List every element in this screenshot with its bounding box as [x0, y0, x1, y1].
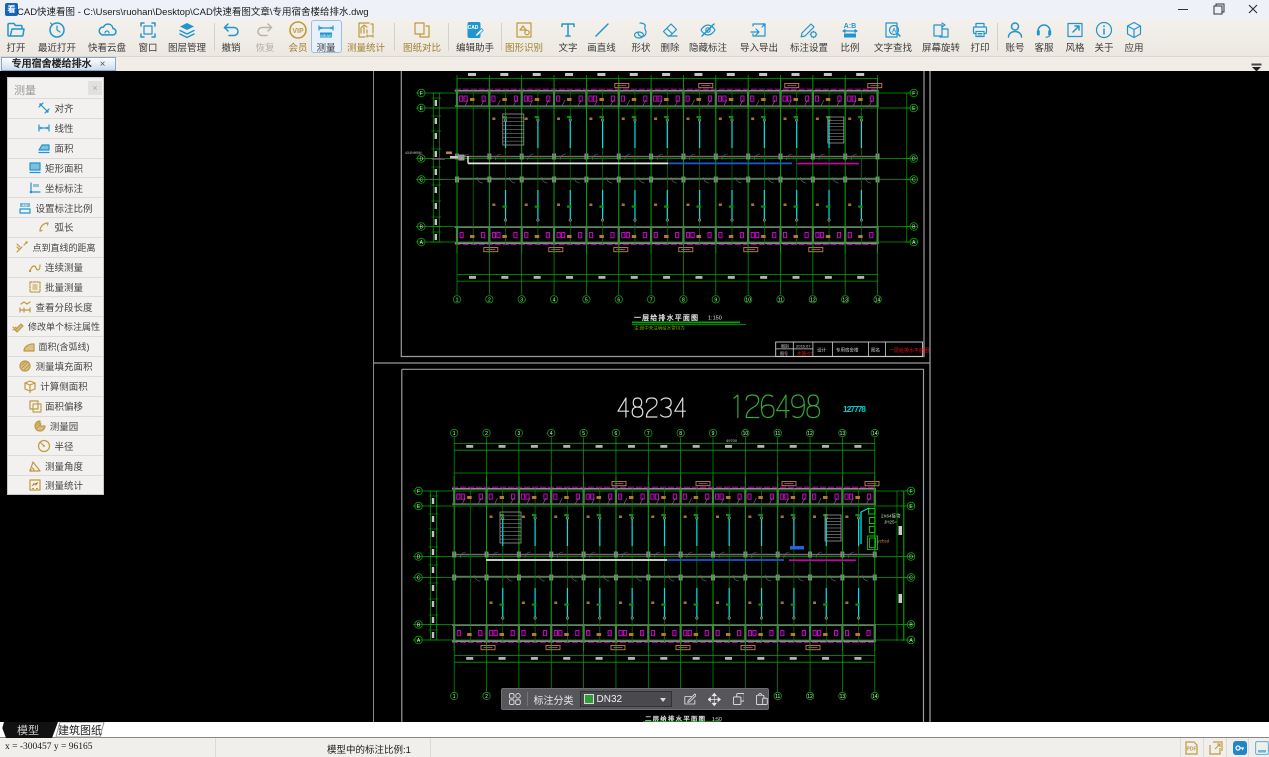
svg-text:7: 7	[650, 298, 653, 304]
svg-text:11: 11	[775, 431, 780, 437]
svg-text:127778: 127778	[843, 404, 866, 414]
svg-text:MEAS: MEAS	[320, 33, 332, 38]
svg-text:一层给排水平面图: 一层给排水平面图	[889, 347, 929, 354]
svg-text:12: 12	[810, 298, 816, 304]
svg-text:VIP: VIP	[292, 28, 304, 35]
svg-text:9: 9	[712, 431, 715, 437]
svg-text:14: 14	[872, 431, 878, 437]
svg-text:4: 4	[550, 431, 553, 437]
svg-text:图名: 图名	[871, 347, 880, 354]
svg-text:2: 2	[488, 298, 491, 304]
svg-text:4X4NHBM: 4X4NHBM	[405, 151, 422, 155]
svg-text:13: 13	[840, 694, 846, 700]
svg-text:2: 2	[485, 431, 488, 437]
svg-text:12: 12	[807, 431, 813, 437]
svg-text:12: 12	[807, 694, 813, 700]
svg-text:图号: 图号	[780, 350, 788, 356]
svg-text:1:150: 1:150	[708, 316, 722, 322]
svg-text:JH25=: JH25=	[884, 520, 898, 525]
svg-text:图别: 图别	[781, 343, 789, 349]
svg-text:5: 5	[582, 431, 585, 437]
svg-text:建筑图纸: 建筑图纸	[58, 723, 102, 737]
svg-text:水施-07: 水施-07	[797, 350, 813, 357]
svg-text:13: 13	[842, 298, 848, 304]
svg-text:A: A	[892, 28, 897, 34]
svg-text:8: 8	[682, 298, 685, 304]
svg-text:A:B: A:B	[844, 23, 856, 30]
svg-text:注:图中未注明给水管均为: 注:图中未注明给水管均为	[634, 325, 685, 332]
svg-text:A:B: A:B	[23, 203, 28, 207]
svg-text:yzbsd: yzbsd	[878, 539, 890, 544]
svg-text:10: 10	[743, 431, 749, 437]
svg-text:11: 11	[778, 298, 783, 304]
svg-text:3: 3	[518, 431, 521, 437]
svg-text:14: 14	[872, 694, 878, 700]
svg-text:7: 7	[647, 431, 650, 437]
svg-text:二层给排水平面图: 二层给排水平面图	[645, 714, 706, 722]
svg-text:5: 5	[585, 298, 588, 304]
svg-text:2: 2	[485, 694, 488, 700]
svg-text:2016.07: 2016.07	[796, 344, 811, 349]
svg-text:PDF: PDF	[1187, 747, 1197, 753]
svg-text:3: 3	[520, 298, 523, 304]
svg-text:11: 11	[775, 694, 780, 700]
svg-text:49700: 49700	[726, 438, 738, 443]
svg-text:1: 1	[453, 431, 456, 437]
svg-text:1: 1	[456, 298, 459, 304]
svg-text:2X64接管: 2X64接管	[881, 513, 901, 520]
svg-text:CAD: CAD	[468, 25, 479, 31]
svg-text:13: 13	[840, 431, 846, 437]
svg-text:6: 6	[617, 298, 620, 304]
svg-text:14: 14	[875, 298, 881, 304]
svg-text:模型: 模型	[17, 723, 39, 737]
svg-text:6: 6	[615, 431, 618, 437]
svg-text:专用宿舍楼: 专用宿舍楼	[836, 347, 859, 354]
svg-text:8: 8	[679, 431, 682, 437]
svg-text:一层给排水平面图: 一层给排水平面图	[634, 313, 698, 322]
svg-text:10: 10	[745, 298, 751, 304]
svg-text:4: 4	[553, 298, 556, 304]
svg-text:9: 9	[714, 298, 717, 304]
svg-text:设计: 设计	[817, 347, 826, 354]
svg-text:1: 1	[453, 694, 456, 700]
